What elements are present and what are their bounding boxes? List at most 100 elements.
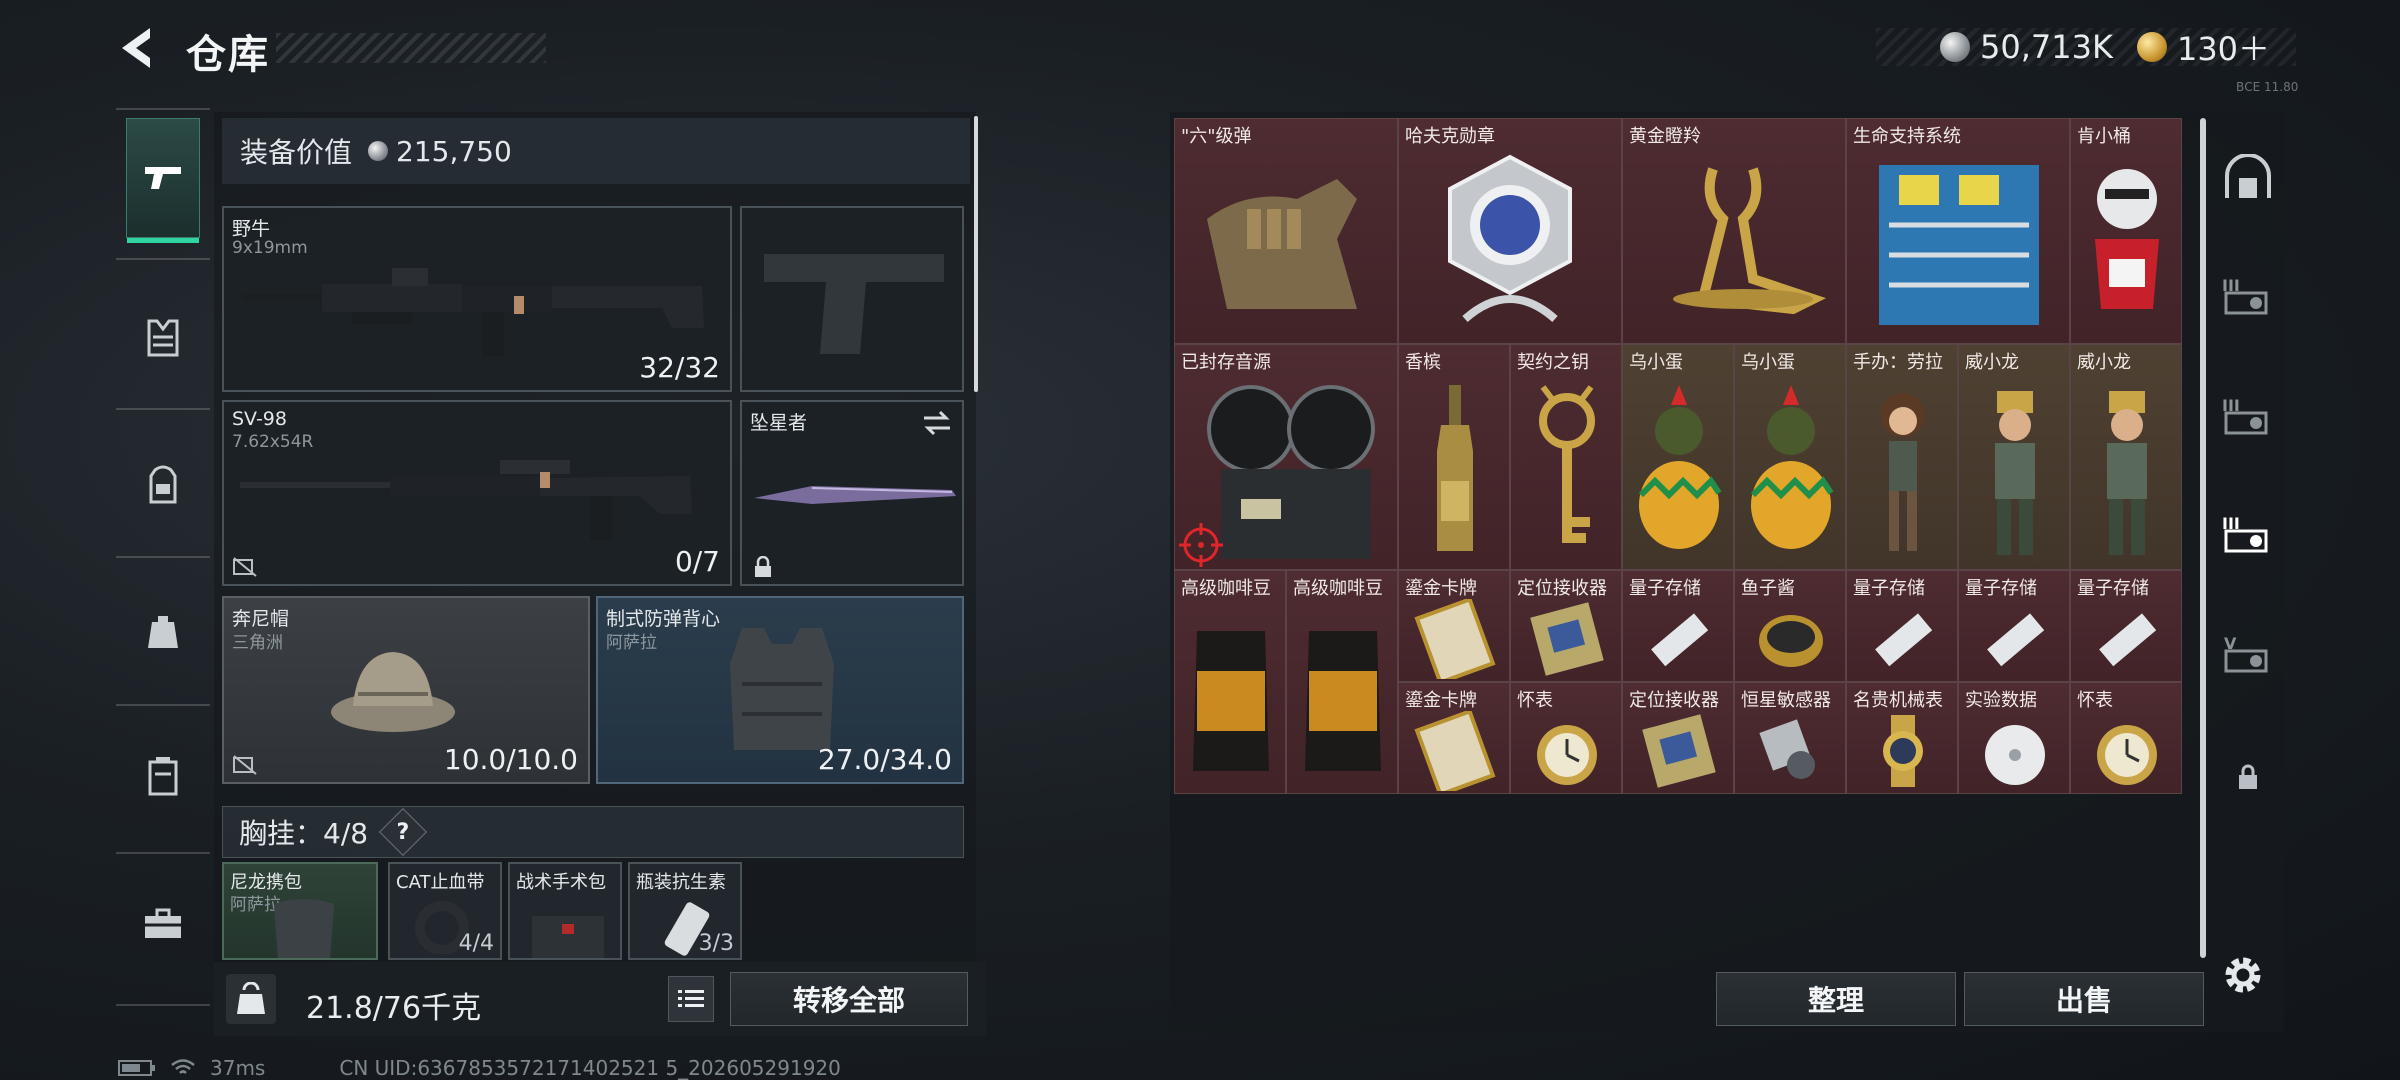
loadout-scrollbar[interactable] [974,116,978,392]
storage-item[interactable]: 香槟 [1398,344,1510,570]
storage-item[interactable]: 量子存储 [2070,570,2182,682]
item-name: 哈夫克勋章 [1405,126,1495,147]
sniper-rifle-image [240,460,692,540]
sell-button[interactable]: 出售 [1964,972,2204,1026]
equipment-value-label: 装备价值 [240,136,353,169]
nav-backpack[interactable] [126,424,200,544]
item-name: 战术手术包 [516,872,606,893]
gold-currency-value[interactable]: 130＋ [2177,24,2270,70]
nav-weapons[interactable] [126,118,200,243]
chest-item-slot[interactable]: 瓶装抗生素 3/3 [628,862,742,960]
item-name: 定位接收器 [1517,578,1607,599]
storage-item[interactable]: 恒星敏感器 [1734,682,1846,794]
slot-name: 制式防弹背心 [606,608,721,630]
bucket-figure-image [2095,169,2159,309]
locator-receiver-image [1642,714,1716,788]
pistol-slot[interactable] [740,206,964,392]
storage-item[interactable]: 乌小蛋 [1734,344,1846,570]
nav-divider [116,408,210,410]
storage-item[interactable]: 高级咖啡豆 [1174,570,1286,794]
nav-toolbox[interactable] [126,864,200,984]
storage-item[interactable]: 鎏金卡牌 [1398,682,1510,794]
storage-scrollbar[interactable] [2200,118,2206,958]
silver-currency-value: 50,713K [1980,28,2113,66]
storage-tab-expansion-2[interactable]: III [2210,358,2286,468]
slot-faction: 阿萨拉 [606,633,657,653]
primary-weapon-slot[interactable]: 野牛 9x19mm 32/32 [222,206,732,392]
nav-divider [116,1004,210,1006]
slot-durability: 27.0/34.0 [817,743,952,776]
helmet-slot[interactable]: 奔尼帽 三角洲 10.0/10.0 [222,596,590,784]
storage-item[interactable]: 生命支持系统 [1846,118,2070,344]
nav-pouch[interactable] [126,572,200,692]
chest-item-slot[interactable]: CAT止血带 4/4 [388,862,502,960]
carry-weight: 21.8/76千克 [306,991,482,1026]
nav-case[interactable] [126,716,200,836]
star-sensor-image [1759,719,1815,779]
storage-item[interactable]: 怀表 [1510,682,1622,794]
rifle-image [242,268,704,356]
storage-item[interactable]: 乌小蛋 [1622,344,1734,570]
item-name: 量子存储 [1629,578,1701,599]
storage-tab-nav: III III III V [2210,112,2286,992]
melee-slot[interactable]: 坠星者 [740,400,964,586]
storage-item[interactable]: 威小龙 [1958,344,2070,570]
storage-item[interactable]: 已封存音源 [1174,344,1398,570]
storage-item[interactable]: 高级咖啡豆 [1286,570,1398,794]
nav-chest-rig[interactable] [126,278,200,398]
chest-item-slot[interactable]: 战术手术包 [508,862,622,960]
item-name: 高级咖啡豆 [1181,578,1271,599]
caviar-tin-image [1759,615,1823,667]
settings-gear-icon[interactable] [2218,950,2268,1000]
storage-item[interactable]: 手办：劳拉 [1846,344,1958,570]
chest-rig-label: 胸挂：4/8 [239,817,369,850]
storage-item[interactable]: 定位接收器 [1510,570,1622,682]
knife-image [754,486,956,504]
transfer-all-button[interactable]: 转移全部 [730,972,968,1026]
storage-item[interactable]: 黄金瞪羚 [1622,118,1846,344]
item-name: 鎏金卡牌 [1405,578,1477,599]
back-icon[interactable] [112,22,164,74]
item-name: 鎏金卡牌 [1405,690,1477,711]
storage-item[interactable]: 量子存储 [1958,570,2070,682]
storage-item[interactable]: 实验数据 [1958,682,2070,794]
medal-image [1448,154,1572,323]
storage-tab-home[interactable] [2210,122,2286,232]
swap-icon[interactable] [922,410,952,436]
silver-coin-icon [368,141,389,161]
storage-tab-expansion-3-active[interactable]: III [2210,476,2286,586]
item-name: 高级咖啡豆 [1293,578,1383,599]
chest-item-slot[interactable]: 尼龙携包 阿萨拉 [222,862,378,960]
help-button[interactable]: ? [379,807,428,857]
gold-coin-icon [2136,32,2167,62]
storage-item[interactable]: 名贵机械表 [1846,682,1958,794]
storage-building-icon [2225,154,2271,198]
list-view-button[interactable] [668,976,714,1022]
storage-item[interactable]: 定位接收器 [1622,682,1734,794]
storage-tab-expansion-1[interactable]: III [2210,238,2286,348]
storage-item[interactable]: 怀表 [2070,682,2182,794]
list-icon [678,990,704,1007]
storage-item[interactable]: 肯小桶 [2070,118,2182,344]
status-bar: 37ms CN UID:6367853572171402521 5_202605… [118,1056,841,1080]
soldier-figure-image [2107,391,2147,555]
battery-icon [118,1060,155,1076]
pistol-icon [145,167,181,189]
secondary-weapon-slot[interactable]: SV-98 7.62x54R 0/7 [222,400,732,586]
storage-item[interactable]: 鱼子酱 [1734,570,1846,682]
organize-button[interactable]: 整理 [1716,972,1956,1026]
storage-item[interactable]: "六"级弹 [1174,118,1398,344]
item-name: 鱼子酱 [1741,578,1795,599]
storage-item[interactable]: 量子存储 [1622,570,1734,682]
storage-tab-expansion-4[interactable]: V [2210,596,2286,706]
storage-item[interactable]: 哈夫克勋章 [1398,118,1622,344]
storage-tab-locked[interactable] [2210,722,2286,832]
storage-item[interactable]: 鎏金卡牌 [1398,570,1510,682]
egg-figure-image [1638,385,1722,549]
storage-item[interactable]: 威小龙 [2070,344,2182,570]
gilded-card-image [1414,599,1496,679]
storage-item[interactable]: 契约之钥 [1510,344,1622,570]
item-name: 手办：劳拉 [1853,352,1943,373]
storage-item[interactable]: 量子存储 [1846,570,1958,682]
armor-slot[interactable]: 制式防弹背心 阿萨拉 27.0/34.0 [596,596,964,784]
